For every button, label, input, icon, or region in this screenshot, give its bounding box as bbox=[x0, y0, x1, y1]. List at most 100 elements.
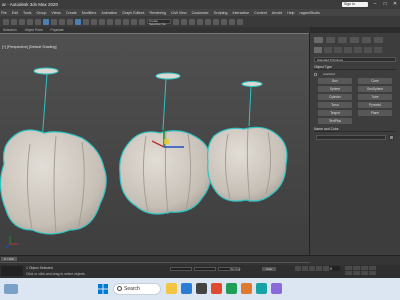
layer-explorer-icon[interactable] bbox=[189, 18, 195, 25]
menu-item-ragamstudio[interactable]: ragamStudio bbox=[300, 11, 320, 15]
schematic-view-icon[interactable] bbox=[205, 18, 211, 25]
chrome-icon[interactable] bbox=[226, 283, 237, 294]
store-icon[interactable] bbox=[196, 283, 207, 294]
menu-item-arnold[interactable]: Arnold bbox=[272, 11, 282, 15]
primitive-category-dropdown[interactable]: Standard Primitives bbox=[314, 57, 396, 62]
modify-tab-icon[interactable] bbox=[326, 37, 335, 43]
current-frame-field[interactable]: 0 bbox=[330, 266, 340, 271]
taskbar-search-box[interactable]: Search bbox=[113, 283, 161, 295]
weather-icon[interactable] bbox=[4, 284, 18, 294]
previous-frame-icon[interactable] bbox=[302, 266, 308, 271]
geosphere-button[interactable]: GeoSphere bbox=[358, 86, 392, 92]
menu-item-rendering[interactable]: Rendering bbox=[149, 11, 166, 15]
select-by-name-icon[interactable] bbox=[51, 18, 57, 25]
link-icon[interactable] bbox=[19, 18, 25, 25]
redo-icon[interactable] bbox=[11, 18, 17, 25]
select-object-icon[interactable] bbox=[43, 18, 49, 25]
zoom-all-icon[interactable] bbox=[353, 266, 360, 270]
orbit-icon[interactable] bbox=[361, 271, 368, 275]
space-warps-icon[interactable] bbox=[364, 47, 372, 53]
maximize-viewport-icon[interactable] bbox=[369, 271, 376, 275]
menu-item-file[interactable]: File bbox=[1, 11, 7, 15]
object-type-rollout[interactable]: Object Type bbox=[314, 65, 396, 70]
3ds-max-icon[interactable] bbox=[256, 283, 267, 294]
zoom-extents-all-icon[interactable] bbox=[369, 266, 376, 270]
ribbon-tab-object-paint[interactable]: Object Paint bbox=[25, 28, 43, 32]
play-icon[interactable] bbox=[309, 266, 315, 271]
menu-item-edit[interactable]: Edit bbox=[12, 11, 18, 15]
maxscript-listener[interactable] bbox=[1, 266, 23, 276]
plane-button[interactable]: Plane bbox=[358, 110, 392, 116]
cameras-icon[interactable] bbox=[344, 47, 352, 53]
align-icon[interactable] bbox=[181, 18, 187, 25]
menu-item-views[interactable]: Views bbox=[51, 11, 61, 15]
rendered-frame-window-icon[interactable] bbox=[229, 18, 235, 25]
selection-set-dropdown[interactable]: Create Selection Se bbox=[147, 19, 171, 26]
autogrid-checkbox[interactable] bbox=[314, 72, 317, 76]
snaps-toggle-icon[interactable] bbox=[123, 18, 129, 25]
geometry-icon[interactable] bbox=[314, 47, 322, 53]
percent-snap-icon[interactable] bbox=[139, 18, 145, 25]
pyramid-button[interactable]: Pyramid bbox=[358, 102, 392, 108]
cylinder-button[interactable]: Cylinder bbox=[318, 94, 352, 100]
render-setup-icon[interactable] bbox=[221, 18, 227, 25]
tube-button[interactable]: Tube bbox=[358, 94, 392, 100]
unlink-icon[interactable] bbox=[27, 18, 33, 25]
menu-item-civil-view[interactable]: Civil View bbox=[171, 11, 187, 15]
file-explorer-icon[interactable] bbox=[166, 283, 177, 294]
ribbon-tab-selection[interactable]: Selection bbox=[3, 28, 17, 32]
gizmo-plane-handle[interactable] bbox=[164, 139, 169, 144]
menu-item-scripting[interactable]: Scripting bbox=[214, 11, 228, 15]
cone-button[interactable]: Cone bbox=[358, 78, 392, 84]
maximize-button[interactable]: □ bbox=[380, 0, 390, 9]
ribbon-tab-populate[interactable]: Populate bbox=[51, 28, 64, 32]
auto-key-button[interactable]: Auto bbox=[262, 267, 276, 271]
menu-item-graph-editors[interactable]: Graph Editors bbox=[122, 11, 144, 15]
material-editor-icon[interactable] bbox=[213, 18, 219, 25]
torus-button[interactable]: Torus bbox=[318, 102, 352, 108]
app-icon-3[interactable] bbox=[271, 283, 282, 294]
menu-item-interactive[interactable]: Interactive bbox=[233, 11, 250, 15]
close-button[interactable]: ✕ bbox=[390, 0, 400, 9]
menu-item-content[interactable]: Content bbox=[254, 11, 267, 15]
shapes-icon[interactable] bbox=[324, 47, 332, 53]
teapot-button[interactable]: Teapot bbox=[318, 110, 352, 116]
app-icon[interactable] bbox=[211, 283, 222, 294]
zoom-icon[interactable] bbox=[345, 266, 352, 270]
angle-snap-icon[interactable] bbox=[131, 18, 137, 25]
motion-tab-icon[interactable] bbox=[350, 37, 359, 43]
helpers-icon[interactable] bbox=[354, 47, 362, 53]
next-frame-icon[interactable] bbox=[316, 266, 322, 271]
set-key-label[interactable]: Set Key bbox=[230, 267, 241, 271]
textplus-button[interactable]: TextPlus bbox=[318, 118, 352, 124]
undo-icon[interactable] bbox=[3, 18, 9, 25]
menu-item-help[interactable]: Help bbox=[287, 11, 294, 15]
go-to-end-icon[interactable] bbox=[323, 266, 329, 271]
x-coordinate-field[interactable] bbox=[170, 267, 192, 271]
name-and-color-rollout[interactable]: Name and Color bbox=[314, 127, 396, 132]
object-name-field[interactable] bbox=[316, 135, 386, 140]
pan-icon[interactable] bbox=[353, 271, 360, 275]
select-and-place-icon[interactable] bbox=[99, 18, 105, 25]
utilities-tab-icon[interactable] bbox=[374, 37, 383, 43]
menu-item-animation[interactable]: Animation bbox=[101, 11, 117, 15]
select-and-move-icon[interactable] bbox=[75, 18, 81, 25]
render-production-icon[interactable] bbox=[237, 18, 243, 25]
rectangular-selection-icon[interactable] bbox=[59, 18, 65, 25]
box-button[interactable]: Box bbox=[318, 78, 352, 84]
display-tab-icon[interactable] bbox=[362, 37, 371, 43]
reference-coordinate-icon[interactable] bbox=[107, 18, 113, 25]
windows-start-icon[interactable] bbox=[98, 284, 108, 294]
time-slider[interactable]: 0 / 100 bbox=[1, 257, 17, 261]
minimize-button[interactable]: – bbox=[370, 0, 380, 9]
menu-item-tools[interactable]: Tools bbox=[23, 11, 31, 15]
select-and-rotate-icon[interactable] bbox=[83, 18, 89, 25]
perspective-viewport[interactable]: [+] [Perspective] [Default Shading] bbox=[0, 33, 309, 255]
sphere-button[interactable]: Sphere bbox=[318, 86, 352, 92]
go-to-start-icon[interactable] bbox=[295, 266, 301, 271]
systems-icon[interactable] bbox=[374, 47, 382, 53]
viewport-label[interactable]: [+] [Perspective] [Default Shading] bbox=[2, 45, 56, 49]
field-of-view-icon[interactable] bbox=[345, 271, 352, 275]
edge-icon[interactable] bbox=[181, 283, 192, 294]
menu-item-group[interactable]: Group bbox=[36, 11, 46, 15]
